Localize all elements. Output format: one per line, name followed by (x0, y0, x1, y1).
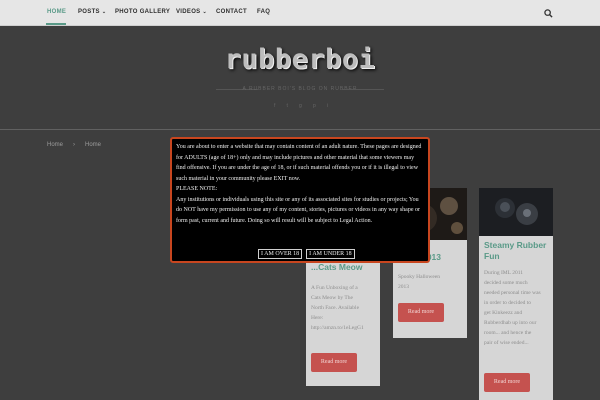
excerpt-line: room... and hence the (484, 330, 532, 336)
under-18-button[interactable]: I AM UNDER 18 (306, 249, 355, 259)
nav-item-videos[interactable]: VIDEOS ⌄ (176, 9, 207, 15)
social-links: f t g p i (274, 103, 328, 109)
nav-label: VIDEOS (176, 9, 201, 15)
header-divider (0, 129, 600, 130)
excerpt-line: Cats Meow by The (311, 295, 353, 301)
post-title[interactable]: Steamy Rubber Fun (484, 240, 552, 262)
post-card[interactable]: Steamy Rubber Fun During IML 2011 decide… (479, 188, 553, 400)
nav-item-faq[interactable]: FAQ (257, 9, 270, 15)
excerpt-line: in order to decided to (484, 300, 532, 306)
facebook-icon[interactable]: f (274, 103, 275, 109)
modal-legal-text: Any institutions or individuals using th… (176, 196, 421, 224)
google-plus-icon[interactable]: g (299, 103, 302, 109)
twitter-icon[interactable]: t (287, 103, 288, 109)
breadcrumb: Home › Home (47, 142, 101, 148)
modal-warning-text: You are about to enter a website that ma… (176, 144, 422, 182)
tagline-rule (342, 89, 384, 90)
excerpt-line: needed personal time was (484, 290, 541, 296)
post-excerpt: Spooky Halloween 2013 (398, 272, 464, 292)
nav-item-posts[interactable]: POSTS ⌄ (78, 9, 106, 15)
nav-item-contact[interactable]: CONTACT (216, 9, 247, 15)
site-logo[interactable]: rubberboi (0, 44, 600, 75)
post-excerpt: During IML 2011 decided some much needed… (484, 268, 552, 348)
site-tagline: A RUBBER BOI'S BLOG ON RUBBER (242, 86, 358, 92)
excerpt-line: Spooky Halloween (398, 274, 441, 280)
nav-label: HOME (47, 9, 67, 15)
chevron-down-icon: ⌄ (101, 9, 107, 15)
nav-label: FAQ (257, 9, 271, 15)
nav-label: CONTACT (216, 9, 247, 15)
instagram-icon[interactable]: i (327, 103, 328, 109)
age-verification-modal: You are about to enter a website that ma… (170, 137, 430, 263)
post-thumbnail[interactable] (479, 188, 553, 236)
breadcrumb-current: Home (85, 142, 102, 148)
read-more-button[interactable]: Read more (484, 373, 530, 392)
excerpt-line: decided some much (484, 280, 528, 286)
excerpt-line: http://amzn.to/1eLegG1 (311, 325, 364, 331)
excerpt-line: 2013 (398, 284, 409, 290)
post-title[interactable]: ...Cats Meow (311, 262, 377, 273)
nav-label: PHOTO GALLERY (115, 9, 171, 15)
excerpt-line: pair of wise ended... (484, 340, 529, 346)
over-18-button[interactable]: I AM OVER 18 (258, 249, 303, 259)
excerpt-line: During IML 2011 (484, 270, 524, 276)
breadcrumb-separator-icon: › (73, 142, 76, 148)
top-navigation: HOME POSTS ⌄ PHOTO GALLERY VIDEOS ⌄ CONTAC… (0, 0, 600, 26)
excerpt-line: Rubberdhab up into our (484, 320, 537, 326)
nav-label: POSTS (78, 9, 100, 15)
excerpt-line: Here: (311, 315, 324, 321)
nav-active-indicator (46, 23, 66, 25)
post-excerpt: A Fun Unboxing of a Cats Meow by The Nor… (311, 283, 379, 333)
excerpt-line: get Kinkeezz and (484, 310, 523, 316)
search-icon[interactable] (544, 9, 553, 18)
read-more-button[interactable]: Read more (398, 303, 444, 322)
excerpt-line: North Face. Available (311, 305, 360, 311)
chevron-down-icon: ⌄ (202, 9, 207, 15)
rubber-photo (479, 188, 553, 236)
nav-item-photo-gallery[interactable]: PHOTO GALLERY (115, 9, 170, 15)
breadcrumb-home[interactable]: Home (47, 142, 63, 148)
nav-item-home[interactable]: HOME (47, 9, 66, 15)
pinterest-icon[interactable]: p (313, 103, 316, 109)
excerpt-line: A Fun Unboxing of a (311, 285, 358, 291)
modal-button-row: I AM OVER 18 I AM UNDER 18 (258, 249, 355, 259)
read-more-button[interactable]: Read more (311, 353, 357, 372)
modal-note-heading: PLEASE NOTE: (176, 186, 218, 192)
